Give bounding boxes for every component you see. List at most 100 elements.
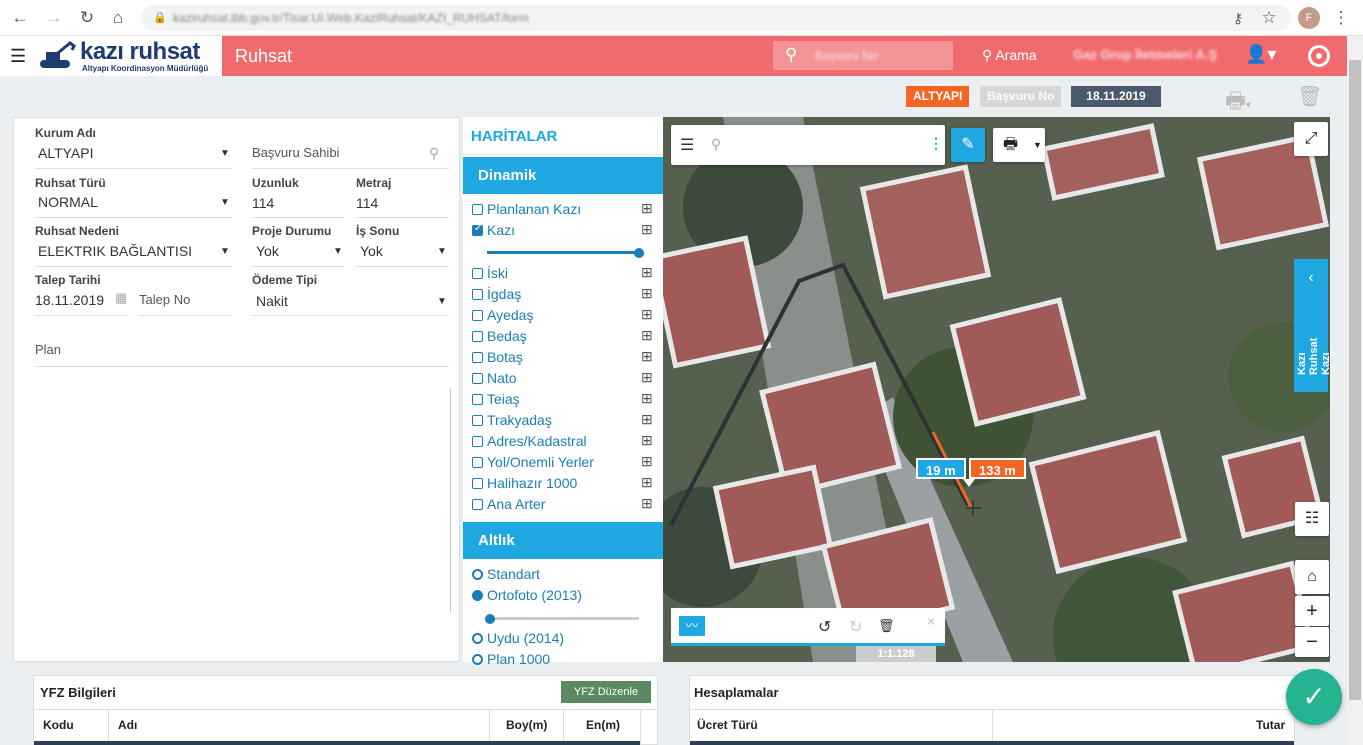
user-name[interactable]: Gaz Grup İletmeleri A.Ş [1073, 47, 1217, 62]
expand-plus-icon[interactable]: ⊞ [641, 264, 653, 281]
expand-plus-icon[interactable]: ⊞ [641, 200, 653, 217]
address-bar[interactable]: 🔒 kaziruhsat.ibb.gov.tr/Tisar.UI.Web.Kaz… [141, 5, 1291, 31]
layer-item[interactable]: Ayedaş [472, 307, 533, 323]
calendar-icon[interactable]: ▦ [115, 290, 127, 306]
checkbox-checked-icon[interactable] [472, 223, 483, 236]
radio-icon[interactable] [472, 569, 483, 580]
header-search-input[interactable]: ⚲ Başvuru No [773, 41, 953, 70]
expand-plus-icon[interactable]: ⊞ [641, 453, 653, 470]
user-icon[interactable]: 👤▾ [1245, 44, 1276, 65]
radio-selected-icon[interactable] [472, 590, 483, 601]
checkbox-icon[interactable] [472, 373, 483, 384]
undo-icon[interactable]: ↺ [818, 617, 831, 637]
talep-no-input[interactable]: Talep No [139, 292, 190, 307]
expand-plus-icon[interactable]: ⊞ [641, 306, 653, 323]
talep-tarihi-input[interactable]: 18.11.2019 [35, 292, 104, 308]
checkbox-icon[interactable] [472, 499, 483, 510]
plan-input[interactable]: Plan [35, 342, 61, 357]
layer-item[interactable]: Adres/Kadastral [472, 433, 587, 449]
reload-icon[interactable]: ↻ [77, 8, 97, 28]
close-icon[interactable]: × [927, 613, 935, 629]
yfz-edit-button[interactable]: YFZ Düzenle [561, 681, 651, 703]
expand-plus-icon[interactable]: ⊞ [641, 221, 653, 238]
expand-plus-icon[interactable]: ⊞ [641, 369, 653, 386]
odeme-tipi-select[interactable]: Nakit [256, 293, 288, 309]
fullscreen-button[interactable]: ⤢ [1294, 122, 1328, 156]
kurum-adi-select[interactable]: ALTYAPI [38, 145, 94, 161]
column-header[interactable]: Adı [118, 718, 137, 732]
uzunluk-input[interactable]: 114 [252, 195, 274, 211]
save-fab-button[interactable]: ✓ [1286, 669, 1342, 725]
star-icon[interactable]: ☆ [1259, 8, 1279, 28]
checkbox-icon[interactable] [472, 310, 483, 321]
checkbox-icon[interactable] [472, 457, 483, 468]
checkbox-icon[interactable] [472, 394, 483, 405]
altlik-section-header[interactable]: Altlık [463, 522, 663, 559]
ortofoto-opacity-slider-handle[interactable] [485, 614, 495, 624]
ruhsat-turu-select[interactable]: NORMAL [38, 194, 98, 210]
checkbox-icon[interactable] [472, 352, 483, 363]
forward-icon[interactable]: → [44, 8, 64, 28]
column-header[interactable]: Boy(m) [506, 718, 547, 732]
ortofoto-opacity-slider[interactable] [487, 617, 639, 620]
kazi-opacity-slider[interactable] [487, 251, 639, 254]
scrollbar-thumb[interactable] [1349, 60, 1361, 700]
checkbox-icon[interactable] [472, 268, 483, 279]
delete-icon[interactable]: 🗑 [1297, 84, 1322, 109]
expand-plus-icon[interactable]: ⊞ [641, 495, 653, 512]
checkbox-icon[interactable] [472, 204, 483, 215]
layer-item[interactable]: Botaş [472, 349, 523, 365]
basemap-option[interactable]: Standart [472, 566, 540, 582]
layer-item[interactable]: İgdaş [472, 286, 521, 302]
column-header[interactable]: Tutar [1256, 718, 1285, 732]
is-sonu-select[interactable]: Yok [360, 243, 383, 259]
metraj-input[interactable]: 114 [356, 195, 378, 211]
map-print-button[interactable]: 🖶 ▼ [993, 128, 1045, 162]
layer-item[interactable]: Trakyadaş [472, 412, 552, 428]
layer-item[interactable]: Planlanan Kazı [472, 201, 581, 217]
expand-plus-icon[interactable]: ⊞ [641, 432, 653, 449]
checkbox-icon[interactable] [472, 331, 483, 342]
column-header[interactable]: Ücret Türü [697, 718, 758, 732]
proje-durumu-select[interactable]: Yok [256, 243, 279, 259]
checkbox-icon[interactable] [472, 415, 483, 426]
map-search-bar[interactable]: ☰ ⚲ ⋮ [671, 125, 945, 165]
column-header[interactable]: En(m) [586, 718, 620, 732]
trash-icon[interactable]: 🗑 [878, 618, 895, 634]
search-button[interactable]: ⚲ Arama [982, 47, 1037, 64]
layers-menu-icon[interactable]: ☰ [680, 135, 694, 155]
more-options-icon[interactable]: ⋮ [929, 135, 943, 152]
collapse-sidepanel-button[interactable]: ‹ [1294, 259, 1328, 297]
radio-icon[interactable] [472, 633, 483, 644]
basvuru-sahibi-input[interactable]: Başvuru Sahibi [252, 145, 339, 160]
radio-icon[interactable] [472, 654, 483, 665]
expand-plus-icon[interactable]: ⊞ [641, 327, 653, 344]
expand-plus-icon[interactable]: ⊞ [641, 411, 653, 428]
layer-item[interactable]: Kazı [472, 222, 515, 238]
checkbox-icon[interactable] [472, 289, 483, 300]
expand-plus-icon[interactable]: ⊞ [641, 474, 653, 491]
layer-item[interactable]: Halihazır 1000 [472, 475, 577, 491]
column-header[interactable]: Kodu [43, 718, 74, 732]
hamburger-menu-icon[interactable]: ☰ [10, 46, 26, 67]
zoom-in-button[interactable]: + [1295, 596, 1329, 626]
legend-list-button[interactable]: ☷ [1295, 502, 1329, 536]
checkbox-icon[interactable] [472, 478, 483, 489]
ruhsat-nedeni-select[interactable]: ELEKTRIK BAĞLANTISI [38, 243, 192, 259]
expand-plus-icon[interactable]: ⊞ [641, 348, 653, 365]
home-extent-button[interactable]: ⌂ [1295, 560, 1329, 594]
layer-item[interactable]: Ana Arter [472, 496, 545, 512]
layer-item[interactable]: Nato [472, 370, 517, 386]
checkbox-icon[interactable] [472, 436, 483, 447]
layer-item[interactable]: Teiaş [472, 391, 520, 407]
search-icon[interactable]: ⚲ [429, 145, 439, 162]
redo-icon[interactable]: ↻ [849, 617, 862, 637]
layer-item[interactable]: Bedaş [472, 328, 527, 344]
map-view[interactable]: ☰ ⚲ ⋮ ✎ 🖶 ▼ ⤢ 19 m 133 m ‹ Kazı Ruhsat Ka… [663, 117, 1330, 662]
layer-item[interactable]: İski [472, 265, 508, 281]
polyline-tool-icon[interactable]: 〰 [679, 616, 705, 636]
key-icon[interactable]: ⚷ [1228, 8, 1248, 28]
basemap-option[interactable]: Uydu (2014) [472, 630, 564, 646]
draw-pencil-button[interactable]: ✎ [951, 128, 985, 162]
dinamik-section-header[interactable]: Dinamik [463, 157, 663, 194]
